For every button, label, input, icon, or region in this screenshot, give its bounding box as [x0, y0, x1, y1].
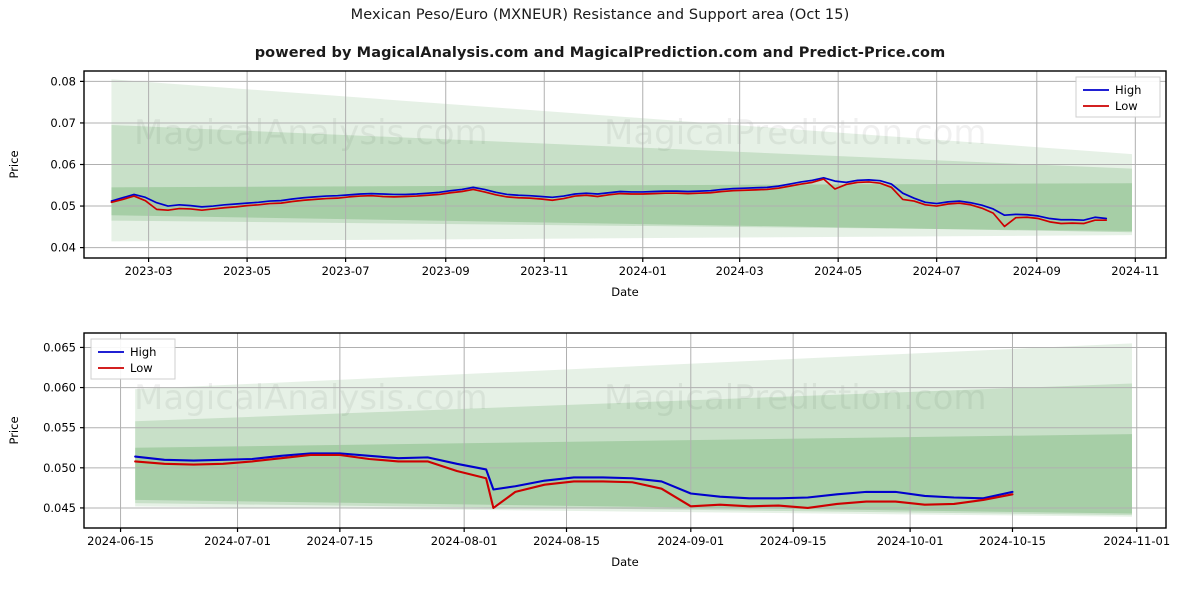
y-tick-label: 0.060 — [43, 381, 76, 395]
legend-label-high: High — [1115, 83, 1141, 97]
legend: High Low — [1075, 76, 1161, 118]
y-tick-label: 0.055 — [43, 421, 76, 435]
legend-label-low: Low — [1115, 99, 1138, 113]
y-tick-label: 0.08 — [50, 74, 76, 88]
x-tick-label: 2024-08-15 — [533, 534, 600, 548]
x-tick-label: 2024-09-01 — [657, 534, 724, 548]
x-axis-label: Date — [611, 285, 639, 299]
legend-label-low: Low — [130, 361, 153, 375]
page-title: Mexican Peso/Euro (MXNEUR) Resistance an… — [350, 7, 850, 23]
x-tick-label: 2024-06-15 — [87, 534, 154, 548]
band-inner-support — [135, 434, 1133, 514]
x-tick-label: 2023-09 — [422, 264, 470, 278]
x-tick-label: 2023-03 — [125, 264, 173, 278]
x-axis-label: Date — [611, 555, 639, 569]
bottom-chart-svg: MagicalAnalysis.com MagicalPrediction.com… — [7, 332, 1170, 569]
x-tick-label: 2023-05 — [223, 264, 271, 278]
page-subtitle: powered by MagicalAnalysis.com and Magic… — [254, 45, 946, 61]
chart-page: Mexican Peso/Euro (MXNEUR) Resistance an… — [0, 0, 1200, 600]
x-tick-label: 2024-10-01 — [877, 534, 944, 548]
y-tick-label: 0.050 — [43, 461, 76, 475]
legend: High Low — [90, 338, 176, 380]
x-tick-label: 2024-07-01 — [204, 534, 271, 548]
y-axis-label: Price — [7, 416, 21, 444]
x-tick-label: 2024-09-15 — [760, 534, 827, 548]
x-tick-label: 2024-10-15 — [979, 534, 1046, 548]
y-tick-label: 0.04 — [50, 241, 76, 255]
x-tick-label: 2024-11-01 — [1103, 534, 1170, 548]
top-chart-panel: MagicalAnalysis.com MagicalPrediction.com… — [0, 62, 1200, 320]
y-tick-label: 0.065 — [43, 340, 76, 354]
y-tick-label: 0.045 — [43, 501, 76, 515]
x-tick-label: 2024-08-01 — [431, 534, 498, 548]
y-tick-label: 0.05 — [50, 199, 76, 213]
y-tick-label: 0.07 — [50, 116, 76, 130]
bottom-chart-panel: MagicalAnalysis.com MagicalPrediction.com… — [0, 325, 1200, 590]
x-tick-label: 2024-09 — [1013, 264, 1061, 278]
legend-label-high: High — [130, 345, 156, 359]
x-tick-label: 2023-11 — [520, 264, 568, 278]
x-tick-label: 2024-07 — [913, 264, 961, 278]
x-tick-label: 2024-03 — [716, 264, 764, 278]
x-tick-label: 2024-05 — [814, 264, 862, 278]
x-tick-label: 2024-01 — [619, 264, 667, 278]
y-axis-label: Price — [7, 150, 21, 178]
x-tick-label: 2023-07 — [322, 264, 370, 278]
y-tick-label: 0.06 — [50, 158, 76, 172]
x-tick-label: 2024-11 — [1111, 264, 1159, 278]
x-tick-label: 2024-07-15 — [306, 534, 373, 548]
top-chart-svg: MagicalAnalysis.com MagicalPrediction.com… — [7, 70, 1167, 299]
